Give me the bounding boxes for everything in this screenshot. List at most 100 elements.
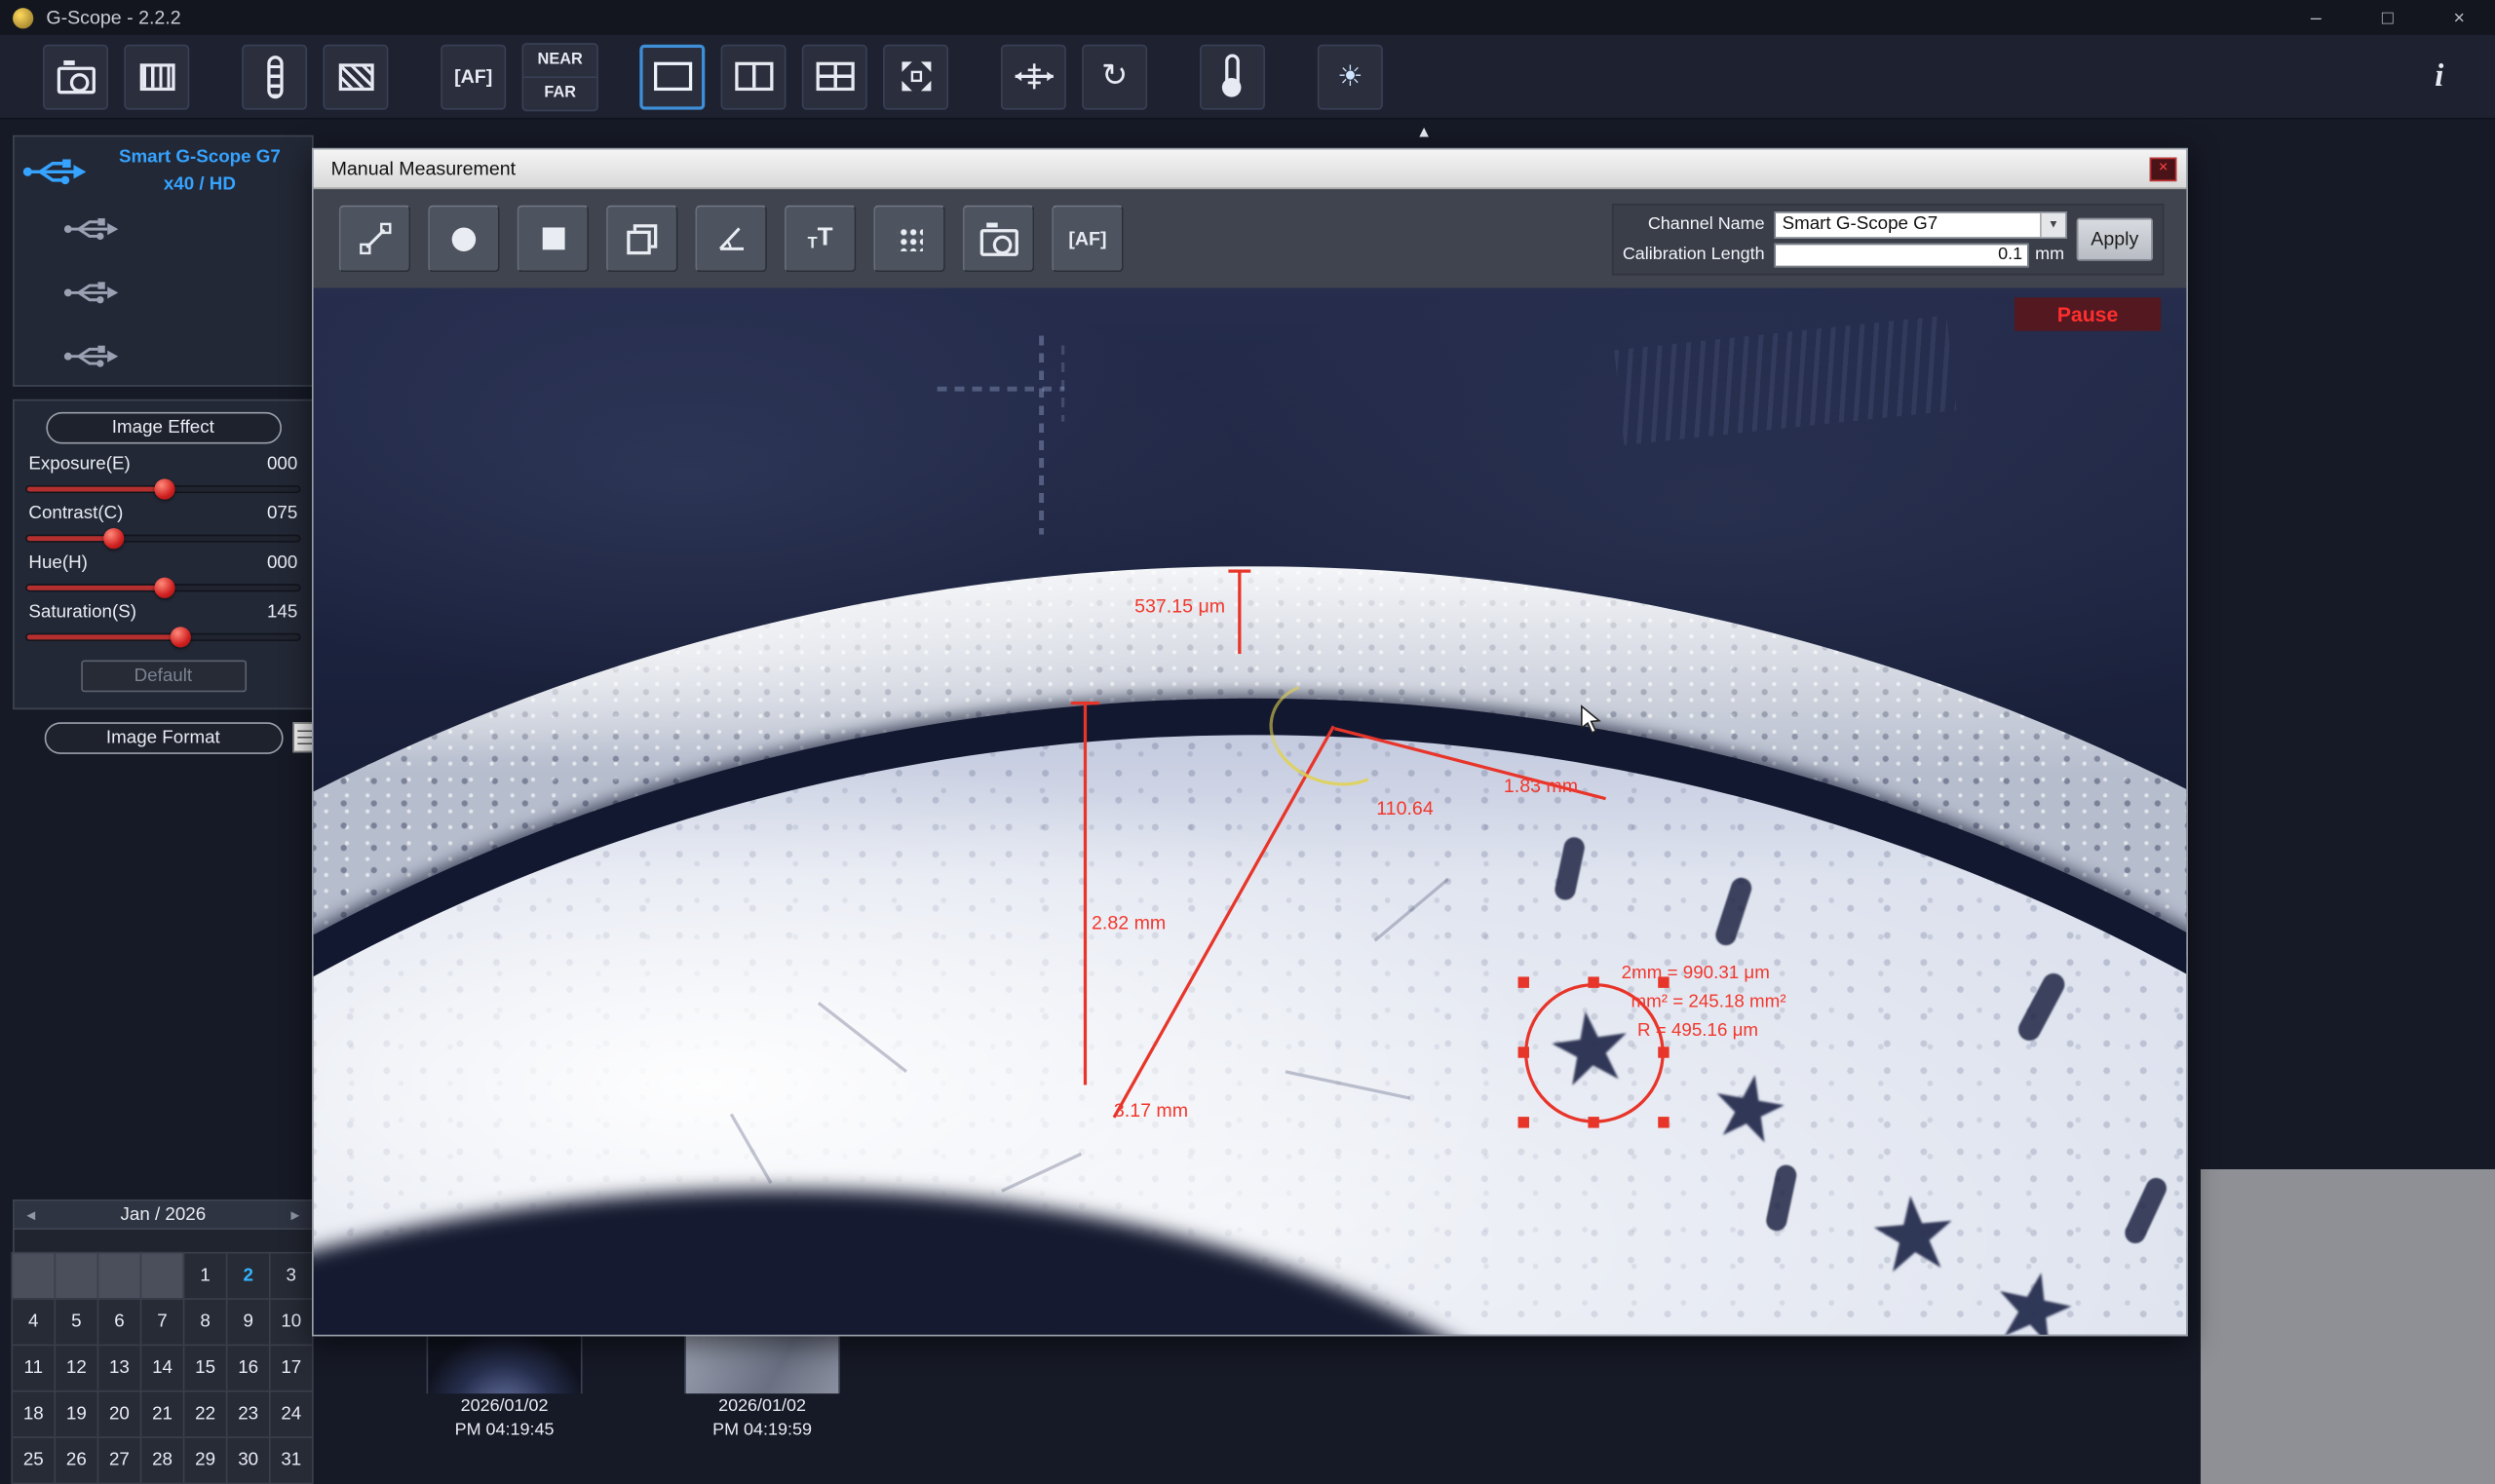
gallery-thumbnail[interactable] [427,1333,583,1393]
live-view-image[interactable]: ★ ★ ★ ★ 537.15 μm 2.82 mm 3.17 mm 110.64… [314,288,2187,1335]
calendar-day[interactable]: 7 [140,1298,185,1346]
calendar-day[interactable]: 23 [226,1390,271,1438]
circle-handle[interactable] [1658,1117,1669,1127]
camera-icon [57,66,95,94]
slider-knob[interactable] [155,578,175,598]
calendar-day[interactable]: 25 [11,1436,56,1484]
text-tool-button[interactable]: TT [785,206,856,273]
pause-button[interactable]: Pause [2015,297,2161,330]
single-view-button[interactable] [639,44,705,109]
calendar-day[interactable]: 22 [183,1390,228,1438]
measure-ruler-button[interactable] [1001,44,1066,109]
calibration-length-input[interactable] [1774,243,2028,266]
sun-icon: ☀ [1337,62,1363,91]
info-button[interactable]: i [2412,44,2467,109]
slider-knob[interactable] [171,627,191,647]
angle-label: 110.64 [1376,797,1433,819]
calendar-day[interactable]: 18 [11,1390,56,1438]
calendar-day[interactable]: 13 [97,1345,142,1392]
image-effect-button[interactable]: Image Effect [46,412,282,444]
apply-button[interactable]: Apply [2077,217,2153,260]
capture-photo-button[interactable] [43,44,108,109]
calendar-day[interactable]: 28 [140,1436,185,1484]
circle-handle[interactable] [1518,1117,1529,1127]
rectangle-tool-button[interactable] [518,206,589,273]
calendar-day[interactable]: 2 [226,1252,271,1300]
calendar-day[interactable]: 27 [97,1436,142,1484]
calendar-day[interactable]: 12 [55,1345,99,1392]
device-slot-3[interactable] [20,261,305,324]
circle-tool-button[interactable] [428,206,499,273]
rotate-icon: ↻ [1101,60,1128,93]
collapse-panel-arrow[interactable]: ▲ [1416,124,1432,141]
calendar-day[interactable]: 10 [269,1298,314,1346]
circle-handle[interactable] [1658,1046,1669,1057]
autofocus-button[interactable]: [AF] [441,44,506,109]
measurement-titlebar[interactable]: Manual Measurement × [314,149,2187,189]
circle-handle[interactable] [1518,1046,1529,1057]
calendar-day[interactable]: 30 [226,1436,271,1484]
minimize-button[interactable]: – [2281,0,2352,35]
calendar-day[interactable]: 24 [269,1390,314,1438]
calendar-day[interactable]: 5 [55,1298,99,1346]
calendar-day[interactable]: 9 [226,1298,271,1346]
device-slot-2[interactable] [20,198,305,261]
calendar-day[interactable]: 16 [226,1345,271,1392]
line-tool-button[interactable] [339,206,410,273]
calendar-day[interactable]: 26 [55,1436,99,1484]
dual-view-button[interactable] [721,44,787,109]
duplicate-tool-button[interactable] [606,206,677,273]
calendar-day[interactable]: 29 [183,1436,228,1484]
calendar-day[interactable]: 17 [269,1345,314,1392]
gallery-thumbnail[interactable] [684,1333,840,1393]
image-format-button[interactable]: Image Format [44,722,283,754]
slider-track[interactable] [25,633,300,641]
calendar-day[interactable]: 11 [11,1345,56,1392]
maximize-button[interactable]: □ [2352,0,2423,35]
snapshot-button[interactable] [963,206,1034,273]
gallery-item[interactable]: 2026/01/02PM 04:19:45 [427,1333,583,1442]
channel-select[interactable]: Smart G-Scope G7 ▼ [1774,210,2066,238]
brightness-button[interactable]: ☀ [1318,44,1383,109]
calendar-day[interactable]: 21 [140,1390,185,1438]
slider-track[interactable] [25,584,300,591]
slider-knob[interactable] [155,478,175,499]
device-item-active[interactable]: Smart G-Scope G7 x40 / HD [20,145,305,198]
measurement-af-button[interactable]: [AF] [1052,206,1123,273]
calendar-day[interactable]: 8 [183,1298,228,1346]
measurement-close-button[interactable]: × [2150,157,2177,180]
grid-tool-button[interactable] [873,206,944,273]
device-list-panel: Smart G-Scope G7 x40 / HD [13,135,314,387]
capture-video-button[interactable] [124,44,189,109]
calendar-day[interactable]: 14 [140,1345,185,1392]
rotate-button[interactable]: ↻ [1082,44,1147,109]
quad-view-button[interactable] [802,44,867,109]
far-button[interactable]: FAR [523,77,596,109]
slider-track[interactable] [25,485,300,493]
calendar-day[interactable]: 31 [269,1436,314,1484]
calendar-day[interactable]: 4 [11,1298,56,1346]
circle-handle[interactable] [1518,976,1529,987]
slider-track[interactable] [25,535,300,543]
fit-screen-button[interactable] [883,44,948,109]
device-slot-4[interactable] [20,325,305,389]
gallery-item[interactable]: 2026/01/02PM 04:19:59 [684,1333,840,1442]
calendar-day[interactable]: 19 [55,1390,99,1438]
circle-handle[interactable] [1588,1117,1598,1127]
calendar-day[interactable]: 1 [183,1252,228,1300]
film-sequence-button[interactable] [323,44,388,109]
calendar-prev-icon[interactable]: ◄ [23,1206,38,1222]
calendar-next-icon[interactable]: ► [288,1206,303,1222]
calendar-day[interactable]: 15 [183,1345,228,1392]
angle-tool-button[interactable] [695,206,766,273]
probe-button[interactable] [242,44,307,109]
thermometer-button[interactable] [1200,44,1265,109]
calendar-day[interactable]: 3 [269,1252,314,1300]
slider-knob[interactable] [103,528,124,549]
circle-handle[interactable] [1588,976,1598,987]
close-button[interactable]: × [2424,0,2495,35]
calendar-day[interactable]: 6 [97,1298,142,1346]
default-button[interactable]: Default [80,661,246,693]
near-button[interactable]: NEAR [523,44,596,77]
calendar-day[interactable]: 20 [97,1390,142,1438]
